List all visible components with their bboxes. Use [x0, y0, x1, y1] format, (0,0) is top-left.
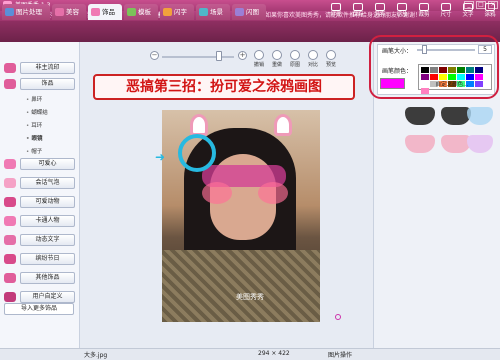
- flash-image-icon: [235, 8, 244, 16]
- beauty-icon: [55, 8, 64, 16]
- glasses-thumbnail[interactable]: [397, 104, 495, 128]
- zoom-in-icon[interactable]: +: [238, 51, 247, 60]
- save-as-icon: [375, 3, 385, 11]
- category-cute-animal[interactable]: 可爱动物: [3, 195, 78, 209]
- gift-icon: [4, 273, 16, 283]
- brush-cursor: [335, 314, 341, 320]
- tab-scene[interactable]: 场景: [196, 4, 230, 20]
- category-accessories[interactable]: 饰品: [3, 77, 78, 91]
- redo-button[interactable]: 重做: [268, 50, 286, 70]
- user-icon: [4, 292, 16, 302]
- text-sticker-icon: [4, 235, 16, 245]
- highlight-circle: [178, 134, 216, 172]
- stamp-icon: [4, 63, 16, 73]
- import-more-button[interactable]: 导入更多饰品: [4, 303, 74, 315]
- lilac-glasses-lens: [467, 135, 493, 153]
- subitem-bow[interactable]: 蝴蝶结: [26, 108, 48, 116]
- festival-icon: [4, 254, 16, 264]
- original-icon: [290, 50, 300, 60]
- zoom-out-icon[interactable]: −: [150, 51, 159, 60]
- photo-scarf: [162, 250, 320, 322]
- bunny-ear-right: [274, 114, 292, 136]
- animal-icon: [4, 197, 16, 207]
- blush-right: [258, 182, 288, 204]
- status-bar: [0, 348, 500, 360]
- tab-template[interactable]: 模板: [124, 4, 158, 20]
- compare-icon: [308, 50, 318, 60]
- category-other[interactable]: 其他饰品: [3, 271, 78, 285]
- category-speech-bubble[interactable]: 会话气泡: [3, 176, 78, 190]
- speech-bubble-icon: [4, 178, 16, 188]
- preview-button[interactable]: 预览: [322, 50, 340, 70]
- resize-button[interactable]: 缩放: [391, 3, 413, 20]
- redo-icon: [272, 50, 282, 60]
- annotation-oval: [369, 35, 499, 99]
- tab-flash-image[interactable]: 闪图: [232, 4, 266, 20]
- tutorial-banner: 恶搞第三招：扮可爱之涂鸦画图: [93, 74, 355, 100]
- status-filename: 大多.jpg: [84, 352, 108, 359]
- pointer-arrow-icon: ➜: [155, 150, 166, 164]
- template-icon: [127, 8, 136, 16]
- category-festival[interactable]: 缤纷节日: [3, 252, 78, 266]
- original-button[interactable]: 原图: [286, 50, 304, 70]
- save-button[interactable]: 保存: [347, 3, 369, 20]
- text-icon: [463, 3, 473, 11]
- accessory-icon: [91, 8, 100, 16]
- subitem-earring[interactable]: 耳环: [26, 121, 42, 129]
- tab-accessories[interactable]: 饰品: [88, 4, 122, 20]
- tab-beauty[interactable]: 美容: [52, 4, 86, 20]
- status-mode: 图片操作: [328, 352, 353, 359]
- blue-glasses-lens: [467, 107, 493, 125]
- subitem-nose-ring[interactable]: 鼻环: [26, 95, 42, 103]
- category-non-mainstream[interactable]: 非主流印: [3, 61, 78, 75]
- tab-image-processing[interactable]: 图片处理: [2, 4, 50, 20]
- heart-icon: [4, 159, 16, 169]
- zoom-slider-knob[interactable]: [216, 51, 222, 61]
- flash-text-icon: [163, 8, 172, 16]
- preview-icon: [326, 50, 336, 60]
- subitem-hat[interactable]: 帽子: [26, 147, 42, 155]
- folder-icon: [331, 3, 341, 11]
- tab-flash-text[interactable]: 闪字: [160, 4, 194, 20]
- scene-icon: [199, 8, 208, 16]
- pink-glasses-lens-left: [405, 135, 435, 153]
- brush-icon: [485, 3, 495, 11]
- subitem-glasses[interactable]: 眼镜: [26, 134, 43, 142]
- open-button[interactable]: 打开: [325, 3, 347, 20]
- text-button[interactable]: 文字: [457, 3, 479, 20]
- size-button[interactable]: 尺寸: [435, 3, 457, 20]
- compare-button[interactable]: 对比: [304, 50, 322, 70]
- glasses-thumbnail[interactable]: [397, 132, 495, 156]
- bunny-ear-left: [190, 114, 208, 136]
- doodle-button[interactable]: 涂鸦: [479, 3, 500, 20]
- sunglasses-lens-left: [405, 107, 435, 125]
- image-icon: [5, 8, 14, 16]
- bow-icon: [4, 79, 16, 89]
- undo-button[interactable]: 撤销: [250, 50, 268, 70]
- blush-left: [202, 182, 232, 204]
- crop-button[interactable]: 裁剪: [413, 3, 435, 20]
- undo-icon: [254, 50, 264, 60]
- category-animated-text[interactable]: 动态文字: [3, 233, 78, 247]
- category-custom[interactable]: 用户自定义: [3, 290, 78, 304]
- disk-icon: [353, 3, 363, 11]
- status-dimensions: 294 × 422: [258, 350, 290, 357]
- watermark: 美图秀秀: [236, 293, 264, 301]
- save-as-button[interactable]: 另存: [369, 3, 391, 20]
- ruler-icon: [441, 3, 451, 11]
- cartoon-icon: [4, 216, 16, 226]
- category-cute-heart[interactable]: 可爱心: [3, 157, 78, 171]
- zoom-slider[interactable]: [162, 56, 234, 58]
- crop-icon: [419, 3, 429, 11]
- resize-icon: [397, 3, 407, 11]
- category-cartoon[interactable]: 卡通人物: [3, 214, 78, 228]
